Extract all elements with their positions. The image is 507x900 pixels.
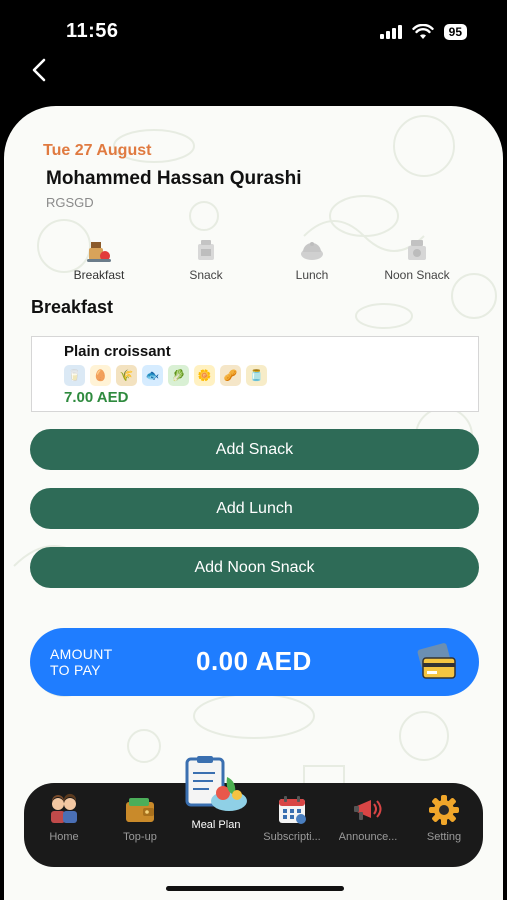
fish-icon: 🐟 — [142, 365, 163, 386]
meal-plan-card: Tue 27 August Mohammed Hassan Qurashi RG… — [4, 106, 503, 900]
allergen-icons: 🥛 🥚 🌾 🐟 🥬 🌼 🥜 🫙 — [64, 365, 267, 386]
nav-label: Announce... — [338, 831, 398, 843]
item-name: Plain croissant — [64, 343, 171, 360]
meal-type-tabs: Breakfast Snack Lunch Noon Snack — [54, 236, 464, 286]
signal-icon — [379, 25, 402, 39]
nav-label: Home — [49, 831, 79, 843]
tab-label: Breakfast — [73, 268, 125, 282]
amount-label-line2: TO PAY — [50, 662, 101, 678]
tab-label: Lunch — [295, 268, 329, 282]
tab-breakfast[interactable]: Breakfast — [54, 236, 144, 282]
amount-value: 0.00 AED — [196, 646, 312, 676]
credit-card-icon — [417, 643, 456, 679]
tab-label: Noon Snack — [384, 268, 450, 282]
amount-label-line1: AMOUNT — [50, 646, 113, 662]
nav-subscription[interactable]: Subscripti... — [256, 793, 328, 843]
nav-label: Top-up — [123, 831, 157, 843]
nav-announcements[interactable]: Announce... — [332, 793, 404, 843]
wallet-icon — [126, 798, 154, 822]
celery-icon: 🥬 — [168, 365, 189, 386]
breakfast-icon — [87, 242, 111, 262]
student-name: Mohammed Hassan Qurashi — [46, 168, 302, 189]
status-bar: 11:56 95 — [0, 0, 507, 62]
gear-icon — [429, 795, 459, 825]
selected-date: Tue 27 August — [43, 142, 152, 159]
home-indicator — [166, 886, 344, 891]
add-snack-button[interactable]: Add Snack — [30, 429, 479, 470]
item-price: 7.00 AED — [64, 389, 129, 406]
milk-icon: 🥛 — [64, 365, 85, 386]
megaphone-icon — [354, 800, 382, 820]
battery-indicator: 95 — [443, 24, 467, 40]
student-code: RGSGD — [46, 195, 94, 210]
nav-meal-plan[interactable]: Meal Plan — [180, 756, 252, 831]
add-lunch-button[interactable]: Add Lunch — [30, 488, 479, 529]
tab-lunch[interactable]: Lunch — [267, 236, 357, 282]
nav-setting[interactable]: Setting — [408, 793, 480, 843]
back-button[interactable] — [26, 56, 54, 84]
section-title: Breakfast — [31, 297, 114, 317]
egg-icon: 🥚 — [90, 365, 111, 386]
mustard-icon: 🌼 — [194, 365, 215, 386]
nav-top-up[interactable]: Top-up — [104, 793, 176, 843]
nav-label: Subscripti... — [263, 831, 321, 843]
nav-label: Setting — [426, 831, 462, 843]
tab-noon-snack[interactable]: Noon Snack — [372, 236, 462, 282]
wifi-icon — [411, 24, 434, 39]
status-time: 11:56 — [66, 20, 119, 42]
amount-label: AMOUNT TO PAY — [50, 646, 112, 678]
status-icons: 95 — [379, 24, 467, 40]
tab-label: Snack — [189, 268, 223, 282]
lunch-icon — [301, 242, 323, 260]
nav-label: Meal Plan — [191, 819, 241, 831]
wheat-icon: 🌾 — [116, 365, 137, 386]
home-family-icon — [51, 793, 77, 823]
noon-snack-icon — [408, 240, 426, 260]
peanut-icon: 🥜 — [220, 365, 241, 386]
snack-icon — [198, 240, 214, 260]
bottom-navigation: Home Top-up Meal Plan Subscripti... Anno… — [24, 756, 483, 867]
meal-item-card[interactable]: Plain croissant 🥛 🥚 🌾 🐟 🥬 🌼 🥜 🫙 7.00 AED — [31, 336, 479, 412]
add-noon-snack-button[interactable]: Add Noon Snack — [30, 547, 479, 588]
calendar-icon — [279, 796, 306, 824]
tab-snack[interactable]: Snack — [161, 236, 251, 282]
sesame-icon: 🫙 — [246, 365, 267, 386]
amount-to-pay-bar[interactable]: AMOUNT TO PAY 0.00 AED — [30, 628, 479, 696]
meal-plan-icon — [185, 756, 247, 811]
nav-home[interactable]: Home — [28, 793, 100, 843]
